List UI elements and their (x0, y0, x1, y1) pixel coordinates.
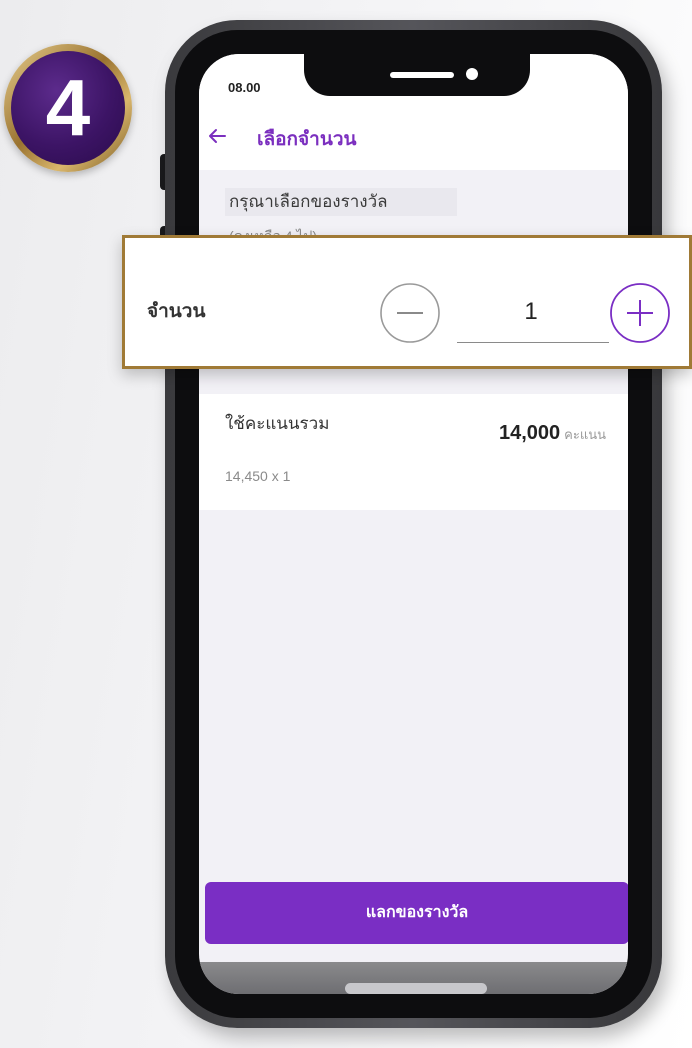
quantity-underline (457, 342, 609, 343)
step-number: 4 (11, 51, 125, 165)
points-summary-card: ใช้คะแนนรวม 14,450 x 1 14,000 คะแนน (199, 394, 628, 510)
quantity-input[interactable]: 1 (457, 292, 605, 332)
total-points-number: 14,000 (498, 422, 561, 444)
wifi-icon (558, 81, 574, 93)
phone-frame: 08.00 เลือกจำนวน กรุณาเลือกของรางวัล ใช้… (165, 20, 662, 1028)
status-time: 08.00 (228, 80, 261, 95)
phone-notch (304, 54, 530, 96)
minus-circle-icon[interactable] (379, 282, 441, 344)
status-bar: 08.00 (199, 54, 628, 100)
home-indicator[interactable] (345, 983, 487, 994)
phone-screen: 08.00 เลือกจำนวน กรุณาเลือกของรางวัล ใช้… (199, 54, 628, 994)
camera-icon (466, 68, 478, 80)
status-icons (558, 80, 598, 94)
page-title: เลือกจำนวน (257, 129, 357, 150)
battery-icon (580, 83, 598, 92)
total-points-value: 14,000 คะแนน (499, 422, 606, 445)
total-points-unit: คะแนน (564, 427, 606, 442)
prompt-title: กรุณาเลือกของรางวัล (225, 188, 457, 216)
points-calculation: 14,450 x 1 (225, 468, 291, 484)
app-header: เลือกจำนวน (199, 100, 628, 171)
speaker-icon (390, 72, 454, 78)
quantity-stepper-callout: จำนวน 1 (122, 235, 692, 369)
redeem-button[interactable]: แลกของรางวัล (205, 882, 628, 944)
back-arrow-icon[interactable] (207, 126, 227, 146)
step-badge: 4 (4, 44, 132, 172)
total-points-label: ใช้คะแนนรวม (225, 414, 330, 433)
quantity-label: จำนวน (147, 301, 206, 322)
plus-circle-icon[interactable] (609, 282, 671, 344)
